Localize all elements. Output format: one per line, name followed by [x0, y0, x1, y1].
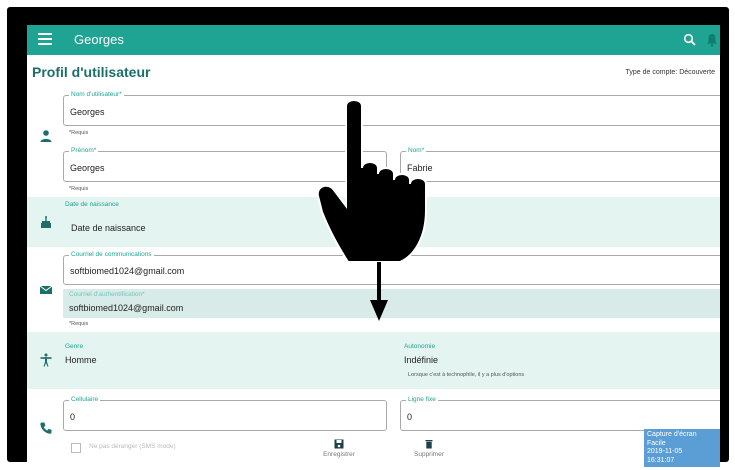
- username-value: Georges: [70, 107, 105, 117]
- trash-icon: [425, 440, 433, 449]
- save-icon: [334, 439, 344, 449]
- menu-icon[interactable]: [38, 33, 52, 47]
- username-field[interactable]: Nom d'utilisateur* Georges: [63, 91, 720, 126]
- bell-icon[interactable]: [706, 33, 718, 47]
- page-title: Profil d'utilisateur: [32, 64, 151, 80]
- mobile-value: 0: [70, 412, 76, 422]
- lastname-value: Fabrie: [407, 163, 433, 173]
- landline-label: Ligne fixe: [406, 396, 438, 404]
- delete-label: Supprimer: [414, 451, 444, 458]
- auth-email-field[interactable]: Courriel d'authentification* softbiomed1…: [63, 289, 720, 318]
- lastname-label: Nom*: [406, 147, 427, 155]
- firstname-field[interactable]: Prénom* Georges: [63, 147, 387, 182]
- auth-email-label: Courriel d'authentification*: [69, 291, 145, 298]
- device-frame: Georges Profil d'utilisateur Type de com…: [7, 7, 729, 467]
- auth-email-helper: *Requis: [69, 321, 89, 327]
- mobile-label: Cellulaire: [69, 396, 101, 404]
- mobile-field[interactable]: Cellulaire 0: [63, 396, 387, 431]
- delete-button[interactable]: Supprimer: [404, 439, 454, 458]
- lastname-field[interactable]: Nom* Fabrie: [400, 147, 720, 182]
- bottom-action-bar: [27, 437, 720, 467]
- username-helper: *Requis: [69, 130, 89, 136]
- username-label: Nom d'utilisateur*: [69, 91, 124, 99]
- comm-email-field[interactable]: Courriel de communications softbiomed102…: [63, 251, 720, 285]
- comm-email-value: softbiomed1024@gmail.com: [70, 266, 185, 276]
- screenshot-badge: Capture d'écran Facile 2019-11-05 16:31:…: [644, 429, 720, 467]
- save-label: Enregistrer: [323, 451, 355, 458]
- app-screen: Georges Profil d'utilisateur Type de com…: [27, 25, 720, 467]
- firstname-helper: *Requis: [69, 186, 89, 192]
- gender-band: [27, 332, 720, 389]
- app-bar-title: Georges: [74, 32, 124, 47]
- firstname-value: Georges: [70, 163, 105, 173]
- dnd-checkbox[interactable]: [71, 443, 81, 453]
- person-icon: [40, 130, 52, 142]
- account-type: Type de compte: Découverte: [625, 69, 716, 76]
- dnd-checkbox-label: Ne pas déranger (SMS mode): [89, 443, 176, 450]
- search-icon[interactable]: [683, 33, 697, 47]
- autonomy-helper: Lorsque c'est à technophile, il y a plus…: [408, 372, 525, 378]
- gender-value[interactable]: Homme: [65, 355, 97, 365]
- birthdate-value: Date de naissance: [71, 223, 146, 233]
- accessibility-icon: [40, 353, 52, 367]
- cake-icon: [41, 216, 51, 228]
- autonomy-value[interactable]: Indéfinie: [404, 355, 438, 365]
- phone-icon: [40, 422, 52, 434]
- firstname-label: Prénom*: [69, 147, 99, 155]
- birthdate-field[interactable]: Date de naissance: [63, 212, 720, 242]
- app-bar: Georges: [27, 25, 720, 55]
- landline-field[interactable]: Ligne fixe 0: [400, 396, 720, 431]
- autonomy-label: Autonomie: [404, 343, 436, 350]
- save-button[interactable]: Enregistrer: [314, 439, 364, 458]
- auth-email-value: softbiomed1024@gmail.com: [69, 303, 184, 313]
- landline-value: 0: [407, 412, 413, 422]
- birthdate-label: Date de naissance: [65, 201, 119, 208]
- capture-badge-time: 16:31:07: [647, 456, 675, 464]
- mail-icon: [39, 285, 53, 294]
- capture-badge-date: 2019-11-05: [647, 448, 683, 455]
- comm-email-label: Courriel de communications: [69, 251, 154, 259]
- capture-badge-title: Capture d'écran Facile: [647, 431, 697, 447]
- gender-label: Genre: [65, 343, 84, 350]
